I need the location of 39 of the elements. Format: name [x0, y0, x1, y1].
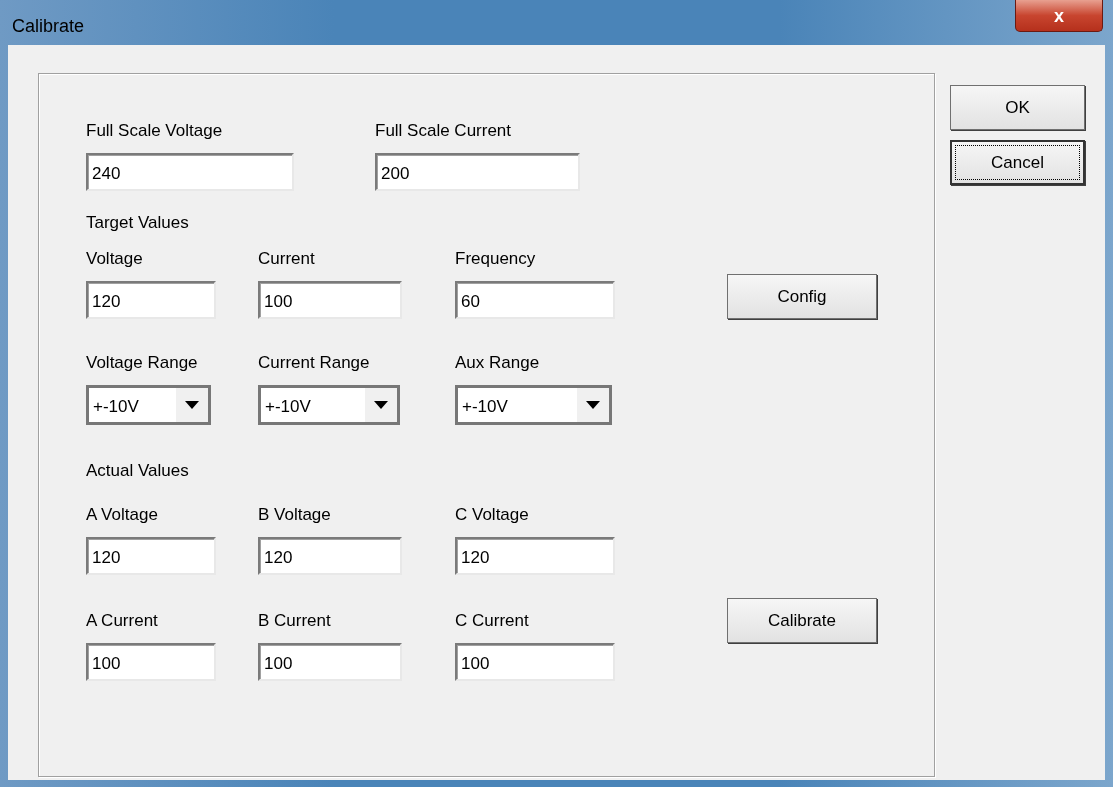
- dialog-button[interactable]: OK: [950, 85, 1085, 130]
- input-field[interactable]: 240: [86, 153, 294, 191]
- dropdown[interactable]: +-10V: [258, 385, 400, 425]
- field-label: Full Scale Voltage: [86, 120, 224, 142]
- input-field[interactable]: 60: [455, 281, 615, 319]
- field-label: A Current: [86, 610, 159, 632]
- section-heading: Target Values: [86, 212, 190, 234]
- input-field[interactable]: 120: [86, 281, 216, 319]
- action-button[interactable]: Calibrate: [727, 598, 877, 643]
- caret-icon: [586, 401, 600, 409]
- dialog-button[interactable]: Cancel: [950, 140, 1085, 185]
- field-label: C Current: [455, 610, 530, 632]
- window-title: Calibrate: [12, 15, 85, 38]
- field-label: Aux Range: [455, 352, 541, 374]
- field-label: Current: [258, 248, 316, 270]
- input-field[interactable]: 120: [86, 537, 216, 575]
- input-field[interactable]: 100: [258, 281, 402, 319]
- input-field[interactable]: 100: [455, 643, 615, 681]
- input-field[interactable]: 120: [455, 537, 615, 575]
- field-label: B Voltage: [258, 504, 332, 526]
- close-button[interactable]: x: [1015, 0, 1103, 32]
- input-field[interactable]: 100: [258, 643, 402, 681]
- field-label: B Current: [258, 610, 332, 632]
- section-heading: Actual Values: [86, 460, 190, 482]
- dropdown[interactable]: +-10V: [455, 385, 612, 425]
- field-label: Frequency: [455, 248, 537, 270]
- field-label: Current Range: [258, 352, 371, 374]
- dropdown[interactable]: +-10V: [86, 385, 211, 425]
- caret-icon: [185, 401, 199, 409]
- input-field[interactable]: 120: [258, 537, 402, 575]
- action-button[interactable]: Config: [727, 274, 877, 319]
- input-field[interactable]: 100: [86, 643, 216, 681]
- caret-icon: [374, 401, 388, 409]
- field-label: Voltage Range: [86, 352, 199, 374]
- input-field[interactable]: 200: [375, 153, 580, 191]
- field-label: Voltage: [86, 248, 144, 270]
- field-label: C Voltage: [455, 504, 530, 526]
- field-label: A Voltage: [86, 504, 159, 526]
- field-label: Full Scale Current: [375, 120, 513, 142]
